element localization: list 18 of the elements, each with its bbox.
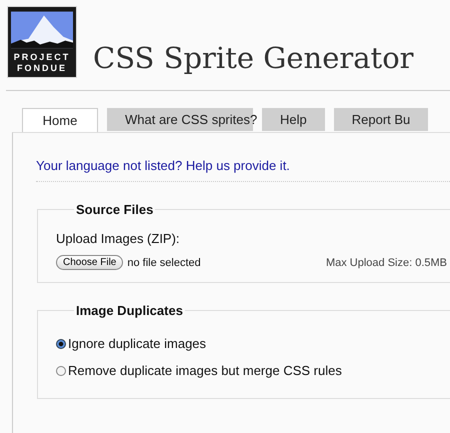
language-link[interactable]: Your language not listed? Help us provide it. <box>36 158 290 173</box>
file-status: no file selected <box>127 256 201 268</box>
tab[interactable]: Help <box>262 108 325 131</box>
radio-button[interactable] <box>56 366 66 376</box>
logo-text: PROJECT <box>14 52 70 63</box>
upload-size-note: Max Upload Size: 0.5MB <box>326 256 447 268</box>
mountain-icon <box>11 11 73 49</box>
radio-label: Ignore duplicate images <box>68 336 206 351</box>
tab[interactable]: Home <box>22 108 98 132</box>
page-title: CSS Sprite Generator <box>93 40 414 77</box>
radio-label: Remove duplicate images but merge CSS rules <box>68 363 342 378</box>
radio-button[interactable] <box>56 338 66 348</box>
logo-text: FONDUE <box>17 63 67 74</box>
field-label: Upload Images (ZIP): <box>56 231 181 246</box>
choose-file-button[interactable]: Choose File <box>56 255 124 270</box>
section-legend: Image Duplicates <box>74 303 185 318</box>
section-legend: Source Files <box>74 202 156 217</box>
tab[interactable]: Report Bu <box>334 108 428 131</box>
